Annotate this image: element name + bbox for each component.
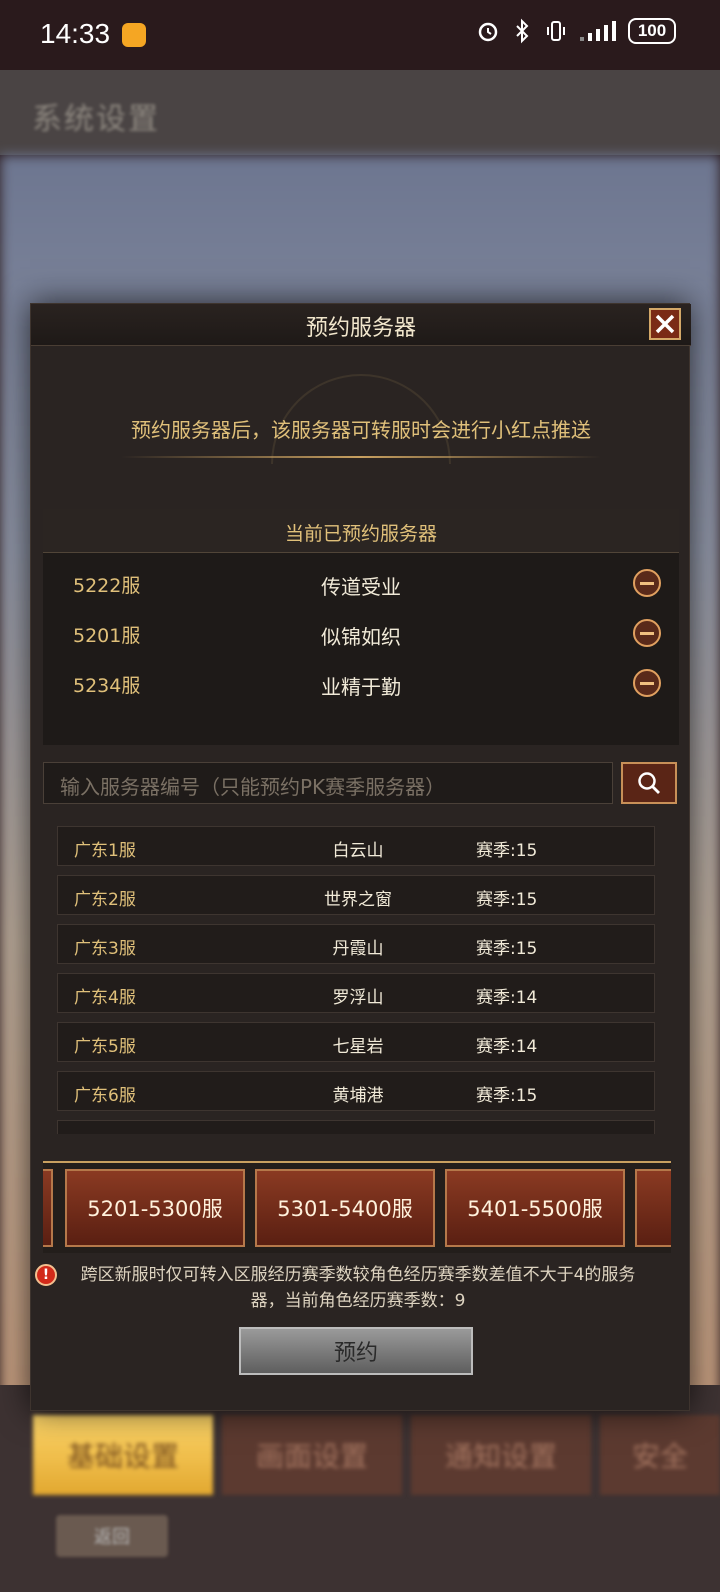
dialog-header: 预约服务器 [31,304,691,346]
back-button[interactable]: 返回 [56,1515,168,1557]
app-notification-icon [122,23,146,47]
server-name: 白云山 [332,841,384,861]
booked-server-name: 业精于勤 [321,675,401,699]
range-tab[interactable]: 5301-5400服 [255,1169,435,1247]
server-name: 丹霞山 [332,939,384,959]
tab-basic-settings[interactable]: 基础设置 [33,1415,213,1495]
divider [121,456,601,458]
search-placeholder: 输入服务器编号（只能预约PK赛季服务器） [60,775,446,799]
tab-display-settings[interactable]: 画面设置 [222,1415,402,1495]
close-icon [655,314,675,334]
range-tabs: 5201-5300服 5301-5400服 5401-5500服 5 [43,1161,671,1253]
remove-button[interactable] [633,669,661,697]
server-season: 赛季:15 [476,1086,538,1106]
server-id: 广东2服 [74,890,136,910]
bluetooth-icon [516,18,529,44]
tab-notification-settings[interactable]: 通知设置 [411,1415,591,1495]
server-id: 广东4服 [74,988,136,1008]
server-name: 世界之窗 [324,890,392,910]
reserve-button[interactable]: 预约 [239,1327,473,1375]
warning: ! 跨区新服时仅可转入区服经历赛季数较角色经历赛季数差值不大于4的服务器，当前角… [35,1262,687,1316]
close-button[interactable] [649,308,681,340]
range-tab[interactable]: 5401-5500服 [445,1169,625,1247]
status-icons: 100 [476,18,676,44]
server-name: 罗浮山 [332,988,384,1008]
server-name: 七星岩 [332,1037,384,1057]
range-tab[interactable]: 5201-5300服 [65,1169,245,1247]
battery-icon: 100 [628,18,676,44]
server-id: 广东5服 [74,1037,136,1057]
server-row[interactable]: 广东6服 黄埔港 赛季:15 [57,1071,655,1111]
background-title: 系统设置 [32,102,160,137]
booked-row: 5222服 传道受业 [43,563,679,603]
minus-icon [640,581,654,585]
notice-text: 预约服务器后，该服务器可转服时会进行小红点推送 [131,418,591,442]
tab-security[interactable]: 安全 [600,1415,720,1495]
reserve-server-dialog: 预约服务器 预约服务器后，该服务器可转服时会进行小红点推送 当前已预约服务器 5… [30,303,691,1411]
range-tab-partial[interactable]: 5 [635,1169,671,1247]
warning-text: 跨区新服时仅可转入区服经历赛季数较角色经历赛季数差值不大于4的服务器，当前角色经… [80,1265,636,1311]
booked-row: 5234服 业精于勤 [43,663,679,703]
server-row[interactable]: 广东3服 丹霞山 赛季:15 [57,924,655,964]
booked-server-name: 似锦如织 [321,625,401,649]
server-id: 广东1服 [74,841,136,861]
booked-header: 当前已预约服务器 [43,509,679,553]
remove-button[interactable] [633,619,661,647]
server-list[interactable]: 广东1服 白云山 赛季:15 广东2服 世界之窗 赛季:15 广东3服 丹霞山 … [57,826,655,1134]
range-tab-partial[interactable] [43,1169,53,1247]
signal-icon [580,21,616,41]
server-season: 赛季:15 [476,890,538,910]
server-season: 赛季:14 [476,1037,538,1057]
dialog-title: 预约服务器 [305,316,416,341]
remove-button[interactable] [633,569,661,597]
server-season: 赛季:15 [476,841,538,861]
server-name: 黄埔港 [332,1086,384,1106]
search-icon [638,772,660,794]
alarm-icon [478,22,498,42]
search-button[interactable] [621,762,677,804]
server-row[interactable]: 广东2服 世界之窗 赛季:15 [57,875,655,915]
minus-icon [640,681,654,685]
minus-icon [640,631,654,635]
server-row[interactable]: 广东1服 白云山 赛季:15 [57,826,655,866]
status-time: 14:33 [40,18,111,49]
server-search-input[interactable]: 输入服务器编号（只能预约PK赛季服务器） [43,762,613,804]
server-season: 赛季:15 [476,939,538,959]
server-id: 广东3服 [74,939,136,959]
booked-server-name: 传道受业 [321,575,401,599]
booked-servers-panel: 当前已预约服务器 5222服 传道受业 5201服 似锦如织 5234服 业精于… [43,509,679,745]
server-season: 赛季:14 [476,988,538,1008]
server-row[interactable]: 广东4服 罗浮山 赛季:14 [57,973,655,1013]
server-id: 广东6服 [74,1086,136,1106]
server-row-partial[interactable] [57,1120,655,1134]
vibrate-icon [547,21,565,41]
booked-row: 5201服 似锦如织 [43,613,679,653]
booked-title: 当前已预约服务器 [284,523,437,545]
server-row[interactable]: 广东5服 七星岩 赛季:14 [57,1022,655,1062]
status-bar: 14:33 100 [0,0,720,70]
warning-icon: ! [35,1264,57,1286]
